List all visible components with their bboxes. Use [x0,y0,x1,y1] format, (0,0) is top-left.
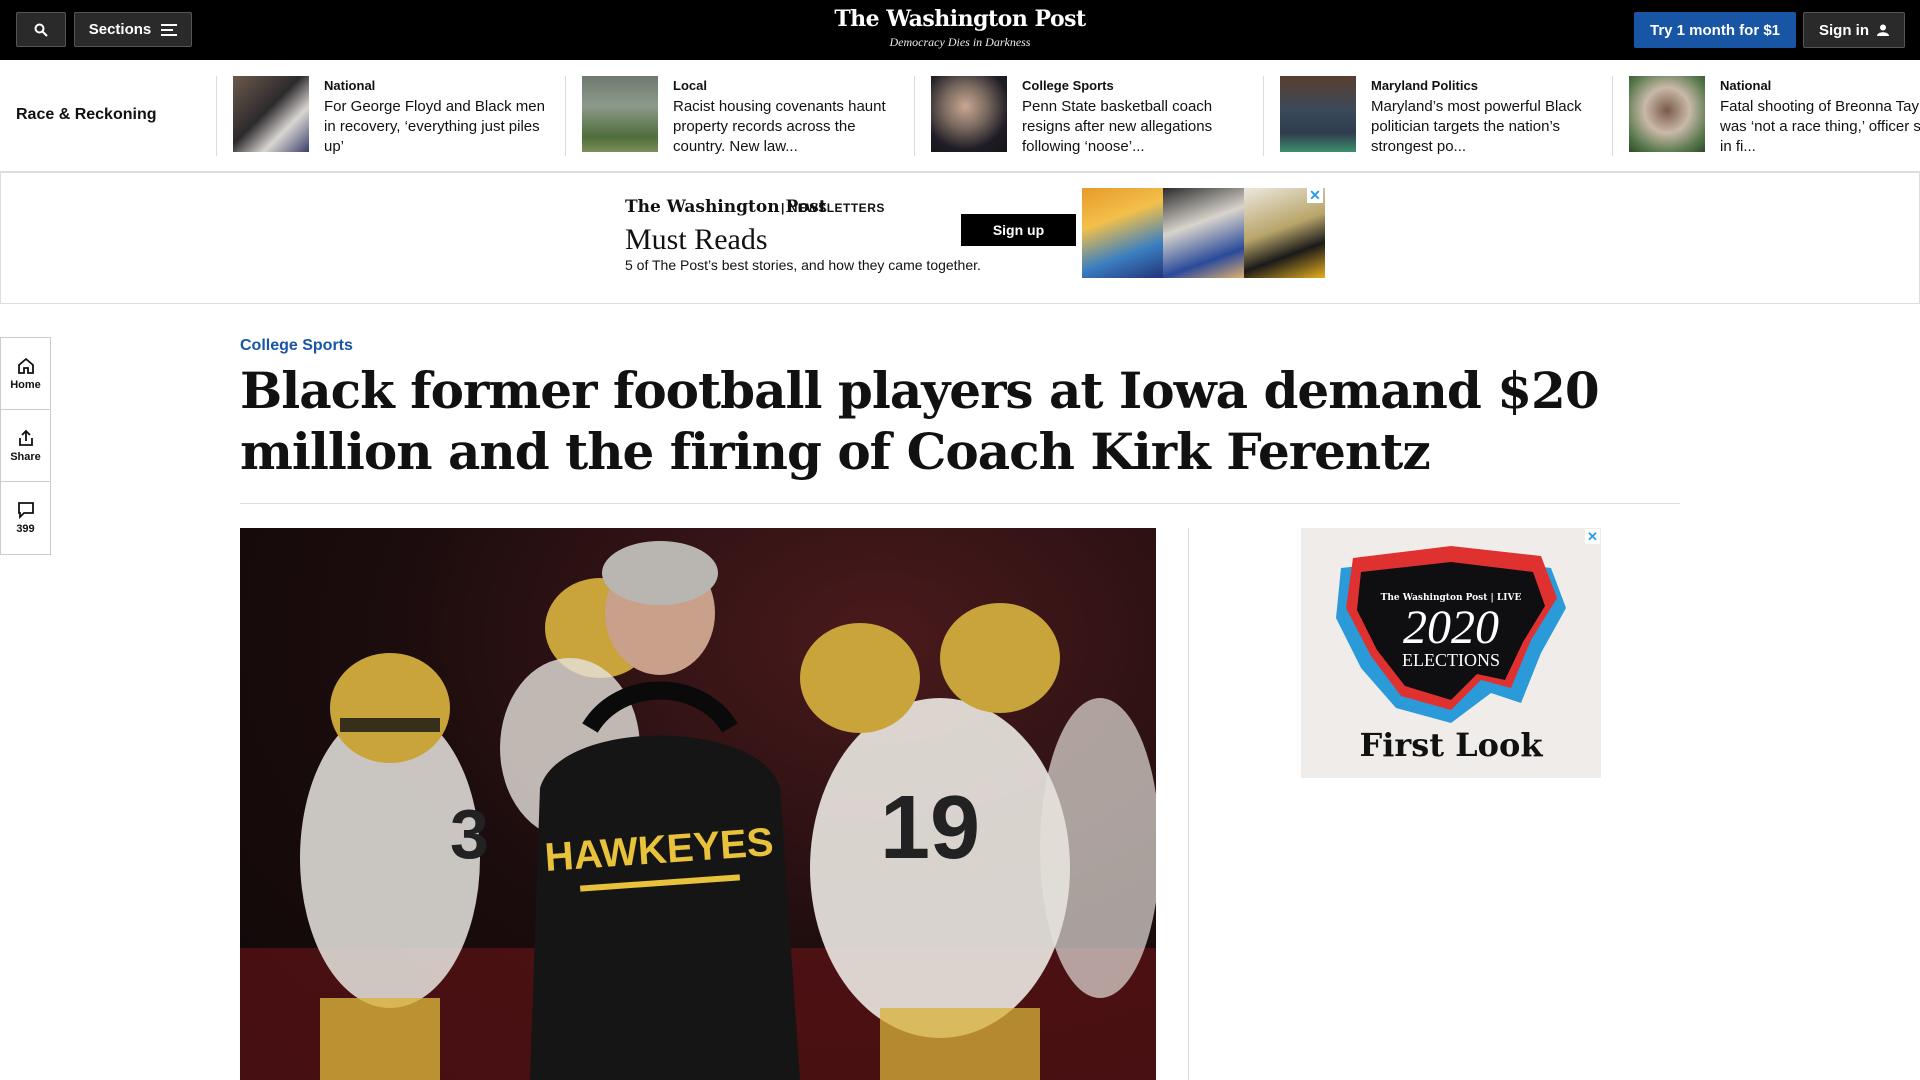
story-thumbnail[interactable] [1629,76,1705,152]
story-kicker[interactable]: National [324,78,554,93]
side-ad-close-icon[interactable]: ✕ [1585,529,1600,544]
article-kicker[interactable]: College Sports [240,337,353,355]
column-divider [1188,528,1189,1080]
ad-close-icon[interactable]: ✕ [1307,187,1323,203]
story-kicker[interactable]: Maryland Politics [1371,78,1601,93]
comment-icon [17,502,34,519]
sections-button[interactable]: Sections [74,12,192,47]
comments-button[interactable]: 399 [1,482,50,554]
top-header: Sections The Washington Post Democracy D… [0,0,1920,60]
comment-count: 399 [16,523,35,535]
sign-in-label: Sign in [1819,21,1869,39]
sign-in-button[interactable]: Sign in [1803,12,1905,48]
strip-story[interactable]: Maryland Politics Maryland’s most powerf… [1263,76,1612,156]
race-reckoning-strip: Race & Reckoning National For George Flo… [0,60,1920,172]
lead-photo[interactable]: 3 19 HAWKEYES [240,528,1156,1080]
story-headline[interactable]: Maryland’s most powerful Black politicia… [1371,97,1601,157]
subscribe-button[interactable]: Try 1 month for $1 [1634,12,1796,48]
strip-title[interactable]: Race & Reckoning [16,106,156,124]
story-headline[interactable]: Fatal shooting of Breonna Taylor was ‘no… [1720,97,1920,157]
subscribe-label: Try 1 month for $1 [1649,21,1781,39]
election-ad[interactable]: The Washington Post | LIVE 2020 ELECTION… [1301,528,1601,778]
ad-newsletters-label: | NEWSLETTERS [781,201,885,215]
ad-image-collage[interactable] [1082,188,1325,278]
election-ad-art: The Washington Post | LIVE 2020 ELECTION… [1336,546,1566,764]
share-label: Share [10,450,41,463]
menu-icon [161,23,178,36]
home-button[interactable]: Home [1,338,50,410]
ad-title: Must Reads [625,223,768,256]
article-action-rail: Home Share 399 [0,337,51,555]
newsletter-ad: The Washington Post | NEWSLETTERS Must R… [0,172,1920,304]
sections-label: Sections [88,21,152,38]
strip-story[interactable]: National Fatal shooting of Breonna Taylo… [1612,76,1920,156]
site-logo[interactable]: The Washington Post [760,6,1160,32]
svg-text:3: 3 [450,795,489,873]
site-tagline: Democracy Dies in Darkness [889,35,1031,49]
search-icon [34,23,48,37]
story-thumbnail[interactable] [1280,76,1356,152]
story-headline[interactable]: For George Floyd and Black men in recove… [324,97,554,157]
election-ad-label: ELECTIONS [1402,650,1500,670]
ad-signup-button[interactable]: Sign up [961,214,1076,246]
strip-story[interactable]: Local Racist housing covenants haunt pro… [565,76,914,156]
article-headline: Black former football players at Iowa de… [240,361,1600,481]
story-kicker[interactable]: National [1720,78,1920,93]
story-headline[interactable]: Penn State basketball coach resigns afte… [1022,97,1252,157]
search-button[interactable] [16,12,66,47]
user-icon [1877,24,1889,36]
strip-story[interactable]: National For George Floyd and Black men … [216,76,565,156]
election-ad-year: 2020 [1403,601,1499,654]
lead-photo-illustration: 3 19 HAWKEYES [240,541,1156,1080]
masthead[interactable]: The Washington Post Democracy Dies in Da… [760,6,1160,50]
story-kicker[interactable]: Local [673,78,903,93]
story-thumbnail[interactable] [931,76,1007,152]
share-button[interactable]: Share [1,410,50,482]
story-kicker[interactable]: College Sports [1022,78,1252,93]
story-thumbnail[interactable] [233,76,309,152]
home-label: Home [10,378,41,391]
election-ad-footer: First Look [1359,726,1543,764]
story-headline[interactable]: Racist housing covenants haunt property … [673,97,903,157]
headline-divider [240,503,1680,504]
strip-story[interactable]: College Sports Penn State basketball coa… [914,76,1263,156]
home-icon [17,357,34,374]
share-icon [18,429,33,446]
ad-description: 5 of The Post’s best stories, and how th… [625,257,981,273]
story-thumbnail[interactable] [582,76,658,152]
svg-text:19: 19 [880,778,980,878]
